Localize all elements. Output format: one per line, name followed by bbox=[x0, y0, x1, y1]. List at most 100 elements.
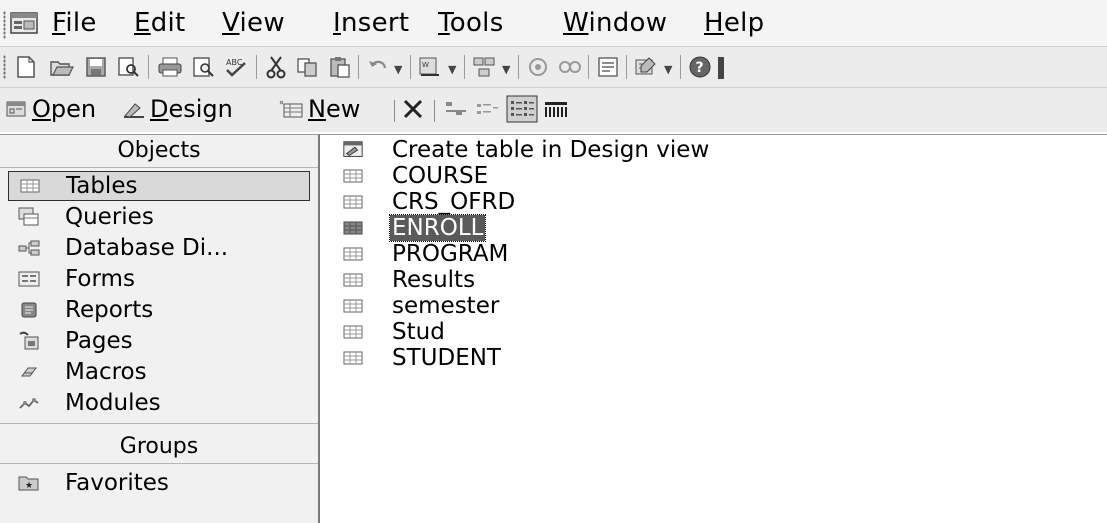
file-search-icon[interactable] bbox=[114, 53, 142, 81]
toolbar-grip[interactable] bbox=[3, 55, 6, 79]
groups-header[interactable]: Groups bbox=[0, 431, 318, 464]
objects-header[interactable]: Objects bbox=[0, 135, 318, 168]
new-object-icon[interactable] bbox=[632, 53, 660, 81]
object-list: Create table in Design view COURSE CRS_O… bbox=[320, 134, 1107, 523]
new-object-dropdown-icon[interactable]: ▼ bbox=[664, 63, 672, 76]
database-window-icon[interactable] bbox=[10, 10, 40, 36]
office-links-icon[interactable]: W bbox=[416, 53, 444, 81]
object-database-diagrams[interactable]: Database Di... bbox=[8, 233, 310, 263]
menu-grip[interactable] bbox=[3, 11, 6, 39]
menu-bar: File Edit View Insert Tools Window Help bbox=[0, 0, 1107, 47]
table-icon bbox=[342, 297, 364, 315]
menu-insert[interactable]: Insert bbox=[333, 7, 409, 39]
design-icon bbox=[122, 99, 146, 119]
undo-dropdown-icon[interactable]: ▼ bbox=[394, 63, 402, 76]
save-icon[interactable] bbox=[82, 53, 110, 81]
object-pages[interactable]: Pages bbox=[8, 326, 310, 356]
svg-text:★: ★ bbox=[25, 481, 33, 491]
office-links-dropdown-icon[interactable]: ▼ bbox=[448, 63, 456, 76]
query-icon bbox=[18, 207, 40, 227]
design-button[interactable]: Design bbox=[122, 94, 233, 124]
analyze-icon[interactable] bbox=[470, 53, 498, 81]
table-icon bbox=[342, 271, 364, 289]
copy-icon[interactable] bbox=[294, 53, 322, 81]
menu-view[interactable]: View bbox=[222, 7, 285, 39]
delete-button[interactable] bbox=[402, 94, 424, 124]
object-queries[interactable]: Queries bbox=[8, 202, 310, 232]
cut-icon[interactable] bbox=[262, 53, 290, 81]
table-item[interactable]: semester bbox=[342, 293, 499, 319]
menu-edit[interactable]: Edit bbox=[134, 7, 186, 39]
new-table-icon bbox=[278, 99, 304, 119]
details-view-button[interactable] bbox=[542, 94, 570, 124]
table-icon bbox=[342, 193, 364, 211]
new-button[interactable]: New bbox=[278, 94, 360, 124]
toolbar-separator bbox=[680, 55, 681, 79]
table-icon bbox=[342, 219, 364, 237]
list-view-icon bbox=[506, 95, 538, 123]
small-icons-button[interactable] bbox=[474, 94, 502, 124]
table-item[interactable]: Stud bbox=[342, 319, 445, 345]
print-preview-icon[interactable] bbox=[190, 53, 218, 81]
table-icon bbox=[342, 323, 364, 341]
table-item[interactable]: STUDENT bbox=[342, 345, 501, 371]
open-icon bbox=[6, 99, 28, 119]
spelling-icon[interactable]: ABC bbox=[222, 53, 250, 81]
details-view-icon bbox=[542, 98, 570, 120]
svg-text:?: ? bbox=[696, 60, 704, 76]
help-icon[interactable]: ? bbox=[686, 53, 714, 81]
table-icon bbox=[342, 167, 364, 185]
undo-icon[interactable] bbox=[364, 53, 392, 81]
object-macros[interactable]: Macros bbox=[8, 357, 310, 387]
script-icon[interactable] bbox=[556, 53, 584, 81]
table-item[interactable]: PROGRAM bbox=[342, 241, 508, 267]
object-tables[interactable]: Tables bbox=[8, 171, 310, 201]
svg-text:W: W bbox=[422, 61, 429, 69]
paste-icon[interactable] bbox=[326, 53, 354, 81]
code-icon[interactable] bbox=[524, 53, 552, 81]
toolbar-separator bbox=[464, 55, 465, 79]
macro-icon bbox=[18, 362, 40, 382]
print-icon[interactable] bbox=[156, 53, 184, 81]
form-icon bbox=[18, 269, 40, 289]
group-favorites[interactable]: ★ Favorites bbox=[8, 468, 310, 498]
object-modules[interactable]: Modules bbox=[8, 388, 310, 418]
menu-window[interactable]: Window bbox=[563, 7, 667, 39]
toolbar-separator bbox=[410, 55, 411, 79]
menu-help[interactable]: Help bbox=[704, 7, 764, 39]
menu-tools[interactable]: Tools bbox=[438, 7, 504, 39]
toolbar-separator bbox=[518, 55, 519, 79]
database-window-toolbar: Open Design New bbox=[0, 88, 1107, 132]
toolbar-separator bbox=[148, 55, 149, 79]
table-item[interactable]: Results bbox=[342, 267, 475, 293]
table-item[interactable]: CRS_OFRD bbox=[342, 189, 515, 215]
dbbar-separator bbox=[434, 100, 435, 122]
toolbar-separator bbox=[626, 55, 627, 79]
create-table-design-view[interactable]: Create table in Design view bbox=[342, 137, 709, 163]
delete-icon bbox=[402, 98, 424, 120]
properties-icon[interactable] bbox=[594, 53, 622, 81]
table-icon bbox=[342, 245, 364, 263]
large-icons-icon bbox=[442, 98, 470, 120]
toolbar-overflow-icon[interactable] bbox=[718, 57, 724, 79]
table-item[interactable]: COURSE bbox=[342, 163, 488, 189]
standard-toolbar: ABC ▼ W ▼ ▼ ▼ ? bbox=[0, 47, 1107, 88]
table-icon bbox=[342, 349, 364, 367]
analyze-dropdown-icon[interactable]: ▼ bbox=[502, 63, 510, 76]
small-icons-icon bbox=[474, 98, 502, 120]
page-icon bbox=[18, 331, 40, 351]
open-icon[interactable] bbox=[48, 53, 76, 81]
favorites-icon: ★ bbox=[18, 473, 40, 493]
menu-file[interactable]: File bbox=[52, 7, 97, 39]
toolbar-separator bbox=[588, 55, 589, 79]
report-icon bbox=[18, 300, 40, 320]
large-icons-button[interactable] bbox=[442, 94, 470, 124]
object-reports[interactable]: Reports bbox=[8, 295, 310, 325]
object-forms[interactable]: Forms bbox=[8, 264, 310, 294]
toolbar-separator bbox=[256, 55, 257, 79]
open-button[interactable]: Open bbox=[6, 94, 96, 124]
module-icon bbox=[18, 393, 40, 413]
new-icon[interactable] bbox=[12, 53, 40, 81]
table-item-selected[interactable]: ENROLL bbox=[342, 214, 487, 242]
list-view-button[interactable] bbox=[506, 94, 538, 124]
